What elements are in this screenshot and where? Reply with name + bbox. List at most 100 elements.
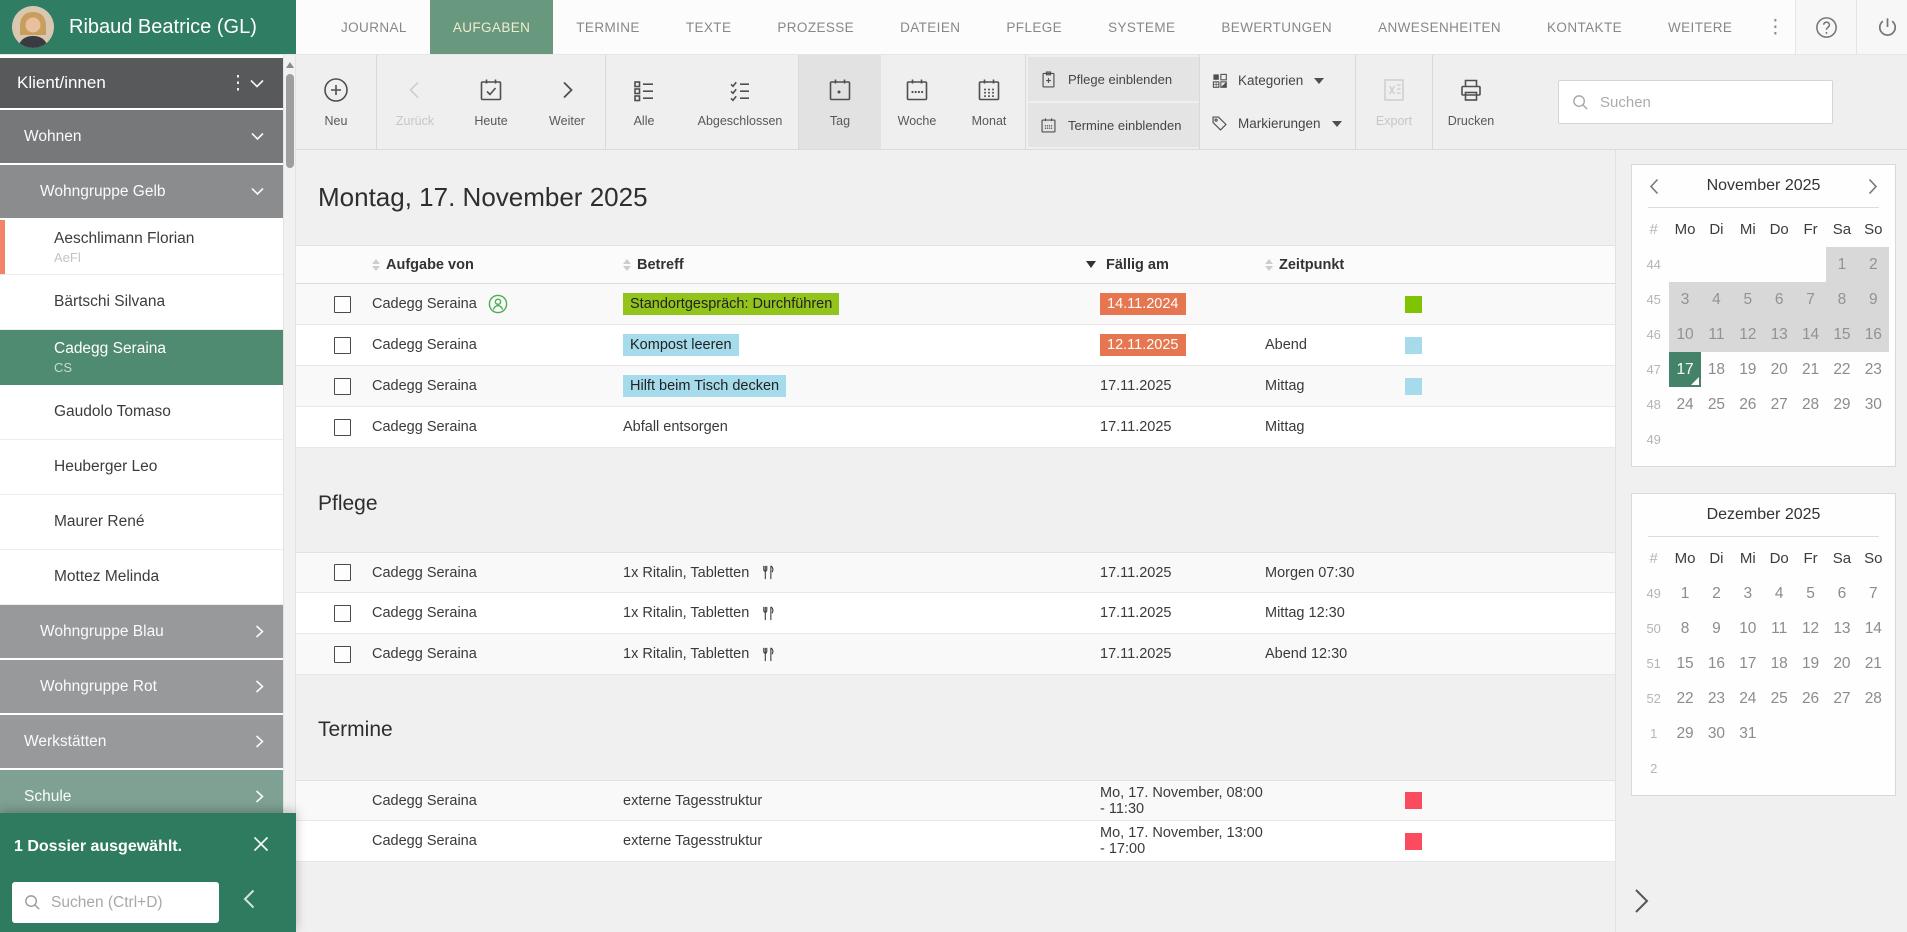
show-appointments-toggle[interactable]: Termine einblenden [1028, 103, 1199, 147]
task-row[interactable]: Cadegg SerainaAbfall entsorgen17.11.2025… [296, 407, 1615, 448]
calendar-day[interactable]: 2 [1701, 576, 1732, 611]
calendar-day[interactable]: 22 [1669, 681, 1700, 716]
calendar-day[interactable]: 13 [1764, 317, 1795, 352]
collapse-chevron-left-icon[interactable] [243, 889, 255, 909]
sidebar-item-wohnen[interactable]: Wohnen [0, 110, 283, 165]
calendar-day[interactable]: 25 [1701, 387, 1732, 422]
sidebar-item-gaudolo-tomaso[interactable]: Gaudolo Tomaso [0, 385, 283, 440]
tab-termine[interactable]: TERMINE [553, 0, 663, 54]
row-checkbox[interactable] [334, 337, 351, 354]
calendar-day[interactable]: 14 [1795, 317, 1826, 352]
sidebar-item-mottez-melinda[interactable]: Mottez Melinda [0, 550, 283, 605]
sidebar-item-maurer-rene[interactable]: Maurer René [0, 495, 283, 550]
calendar-day[interactable]: 11 [1701, 317, 1732, 352]
show-care-toggle[interactable]: Pflege einblenden [1028, 57, 1199, 101]
sidebar-item-wohngruppe-rot[interactable]: Wohngruppe Rot [0, 660, 283, 715]
next-button[interactable]: Weiter [529, 55, 605, 149]
calendar-day[interactable]: 21 [1858, 646, 1889, 681]
tab-prozesse[interactable]: PROZESSE [754, 0, 877, 54]
calendar-day[interactable]: 24 [1669, 387, 1700, 422]
calendar-day[interactable]: 13 [1826, 611, 1857, 646]
calendar-day[interactable]: 9 [1858, 282, 1889, 317]
sidebar-item-aeschlimann-florian[interactable]: Aeschlimann FlorianAeFl [0, 220, 283, 275]
calendar-day[interactable]: 18 [1764, 646, 1795, 681]
panel-next-chevron-icon[interactable] [1634, 888, 1649, 914]
calendar-day[interactable]: 26 [1795, 681, 1826, 716]
calendar-day[interactable]: 19 [1732, 352, 1763, 387]
calendar-day[interactable]: 14 [1858, 611, 1889, 646]
calendar-day[interactable]: 25 [1764, 681, 1795, 716]
calendar-next-icon[interactable] [1864, 178, 1882, 195]
calendar-day[interactable]: 11 [1764, 611, 1795, 646]
calendar-day[interactable]: 24 [1732, 681, 1763, 716]
calendar-day[interactable]: 23 [1858, 352, 1889, 387]
toolbar-search[interactable] [1558, 80, 1833, 124]
calendar-day[interactable]: 1 [1669, 576, 1700, 611]
calendar-day[interactable]: 17 [1669, 352, 1700, 387]
calendar-day[interactable]: 7 [1795, 282, 1826, 317]
calendar-day[interactable]: 10 [1669, 317, 1700, 352]
today-button[interactable]: Heute [453, 55, 529, 149]
all-filter-button[interactable]: Alle [606, 55, 682, 149]
calendar-day[interactable]: 10 [1732, 611, 1763, 646]
calendar-day[interactable]: 17 [1732, 646, 1763, 681]
new-button[interactable]: Neu [296, 55, 376, 149]
calendar-day[interactable]: 30 [1701, 716, 1732, 751]
markers-dropdown[interactable]: Markierungen [1210, 102, 1355, 145]
user-panel[interactable]: Ribaud Beatrice (GL) [0, 0, 296, 54]
row-checkbox[interactable] [334, 605, 351, 622]
calendar-day[interactable]: 19 [1795, 646, 1826, 681]
calendar-day[interactable]: 1 [1826, 247, 1857, 282]
calendar-day[interactable]: 8 [1669, 611, 1700, 646]
calendar-day[interactable]: 3 [1669, 282, 1700, 317]
row-checkbox[interactable] [334, 378, 351, 395]
calendar-day[interactable]: 20 [1764, 352, 1795, 387]
calendar-prev-icon[interactable] [1645, 178, 1663, 195]
sidebar-kebab-icon[interactable]: ⋮ [226, 72, 250, 95]
calendar-day[interactable]: 21 [1795, 352, 1826, 387]
row-checkbox[interactable] [334, 646, 351, 663]
calendar-day[interactable]: 27 [1764, 387, 1795, 422]
tab-pflege[interactable]: PFLEGE [983, 0, 1085, 54]
pflege-row[interactable]: Cadegg Seraina1x Ritalin, Tabletten17.11… [296, 552, 1615, 593]
tab-dateien[interactable]: DATEIEN [877, 0, 983, 54]
dossier-search[interactable] [12, 882, 219, 923]
tab-journal[interactable]: JOURNAL [318, 0, 430, 54]
calendar-day[interactable]: 5 [1732, 282, 1763, 317]
calendar-day[interactable]: 6 [1764, 282, 1795, 317]
calendar-day[interactable]: 16 [1858, 317, 1889, 352]
calendar-day[interactable]: 5 [1795, 576, 1826, 611]
print-button[interactable]: Drucken [1433, 55, 1509, 149]
calendar-day[interactable]: 8 [1826, 282, 1857, 317]
pflege-row[interactable]: Cadegg Seraina1x Ritalin, Tabletten17.11… [296, 593, 1615, 634]
column-header-aufgabe-von[interactable]: Aufgabe von [372, 257, 623, 273]
calendar-day[interactable]: 27 [1826, 681, 1857, 716]
row-checkbox[interactable] [334, 564, 351, 581]
dossier-search-input[interactable] [51, 894, 208, 912]
row-checkbox[interactable] [334, 296, 351, 313]
calendar-day[interactable]: 16 [1701, 646, 1732, 681]
calendar-day[interactable]: 6 [1826, 576, 1857, 611]
sidebar-item-wohngruppe-blau[interactable]: Wohngruppe Blau [0, 605, 283, 660]
calendar-day[interactable]: 3 [1732, 576, 1763, 611]
pflege-row[interactable]: Cadegg Seraina1x Ritalin, Tabletten17.11… [296, 634, 1615, 675]
logout-button[interactable] [1856, 0, 1907, 54]
sidebar-item-heuberger-leo[interactable]: Heuberger Leo [0, 440, 283, 495]
row-checkbox[interactable] [334, 419, 351, 436]
calendar-day[interactable]: 31 [1732, 716, 1763, 751]
day-view-button[interactable]: Tag [799, 55, 881, 149]
tab-anwesenheiten[interactable]: ANWESENHEITEN [1355, 0, 1524, 54]
chevron-down-icon[interactable] [250, 79, 283, 88]
termin-row[interactable]: Cadegg Serainaexterne TagesstrukturMo, 1… [296, 821, 1615, 862]
sidebar-item-cadegg-seraina[interactable]: Cadegg SerainaCS [0, 330, 283, 385]
calendar-day[interactable]: 7 [1858, 576, 1889, 611]
sidebar-scrollbar[interactable] [283, 55, 296, 932]
help-button[interactable] [1795, 0, 1856, 54]
calendar-day[interactable]: 2 [1858, 247, 1889, 282]
tab-bewertungen[interactable]: BEWERTUNGEN [1198, 0, 1355, 54]
task-row[interactable]: Cadegg SerainaStandortgespräch: Durchfüh… [296, 284, 1615, 325]
calendar-day[interactable]: 26 [1732, 387, 1763, 422]
calendar-day[interactable]: 4 [1764, 576, 1795, 611]
calendar-day[interactable]: 29 [1826, 387, 1857, 422]
close-icon[interactable] [253, 836, 269, 852]
